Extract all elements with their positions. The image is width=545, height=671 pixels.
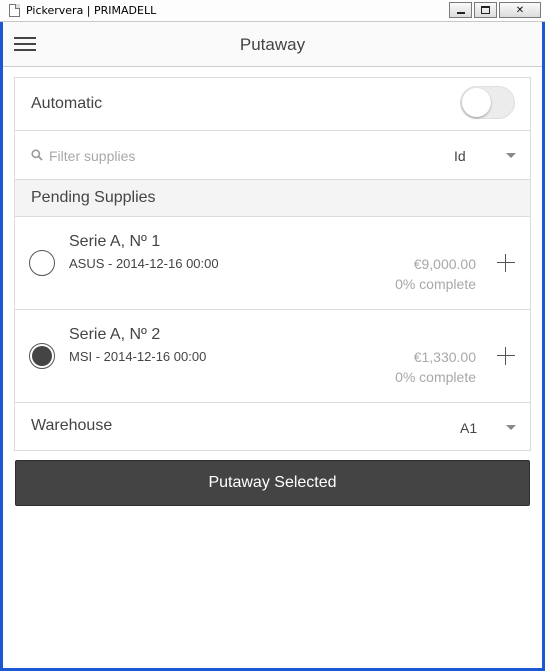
plus-icon[interactable]: [496, 346, 516, 366]
automatic-row: Automatic: [15, 78, 530, 131]
supply-title: Serie A, Nº 2: [69, 326, 161, 343]
sort-by-value: Id: [454, 148, 466, 164]
close-icon: ✕: [515, 4, 525, 16]
supply-subtitle: ASUS - 2014-12-16 00:00: [69, 256, 219, 271]
automatic-label: Automatic: [31, 95, 103, 112]
putaway-card: Automatic Id Pending Supplies: [14, 77, 531, 451]
supply-subtitle: MSI - 2014-12-16 00:00: [69, 349, 207, 364]
automatic-toggle[interactable]: [460, 86, 515, 119]
warehouse-row: Warehouse A1: [15, 403, 530, 450]
minimize-button[interactable]: [449, 2, 472, 18]
window-titlebar[interactable]: Pickervera | PRIMADELL ✕: [0, 0, 545, 22]
supply-amount: €9,000.00: [413, 256, 476, 272]
supply-amount: €1,330.00: [413, 349, 476, 365]
app-window: Pickervera | PRIMADELL ✕ Putaway Automat…: [0, 0, 545, 671]
page-title: Putaway: [239, 35, 306, 54]
warehouse-select[interactable]: A1: [460, 420, 516, 438]
minimize-icon: [456, 12, 465, 14]
section-title: Pending Supplies: [31, 189, 156, 206]
filter-supplies-input[interactable]: [49, 145, 349, 167]
maximize-button[interactable]: [474, 2, 497, 18]
maximize-icon: [481, 6, 490, 14]
search-icon: [31, 149, 43, 161]
warehouse-label: Warehouse: [31, 417, 113, 434]
supply-progress: 0% complete: [395, 369, 476, 385]
app-content: Putaway Automatic Id: [3, 22, 542, 668]
window-controls: ✕: [449, 2, 541, 18]
putaway-selected-button[interactable]: Putaway Selected: [15, 460, 530, 506]
supply-item[interactable]: Serie A, Nº 2 MSI - 2014-12-16 00:00 €1,…: [15, 310, 530, 403]
app-header: Putaway: [3, 22, 542, 67]
plus-icon[interactable]: [496, 253, 516, 273]
supply-progress: 0% complete: [395, 276, 476, 292]
window-title: Pickervera | PRIMADELL: [26, 4, 157, 17]
supply-radio[interactable]: [29, 343, 55, 369]
chevron-down-icon: [506, 425, 516, 430]
sort-by-select[interactable]: Id: [454, 148, 516, 166]
close-button[interactable]: ✕: [499, 2, 541, 18]
pending-supplies-header: Pending Supplies: [15, 180, 530, 217]
toggle-knob: [462, 88, 491, 117]
filter-row: Id: [15, 131, 530, 180]
supply-title: Serie A, Nº 1: [69, 233, 161, 250]
supply-item[interactable]: Serie A, Nº 1 ASUS - 2014-12-16 00:00 €9…: [15, 217, 530, 310]
supply-radio[interactable]: [29, 250, 55, 276]
warehouse-value: A1: [460, 420, 478, 436]
chevron-down-icon: [506, 153, 516, 158]
document-icon: [9, 4, 20, 17]
